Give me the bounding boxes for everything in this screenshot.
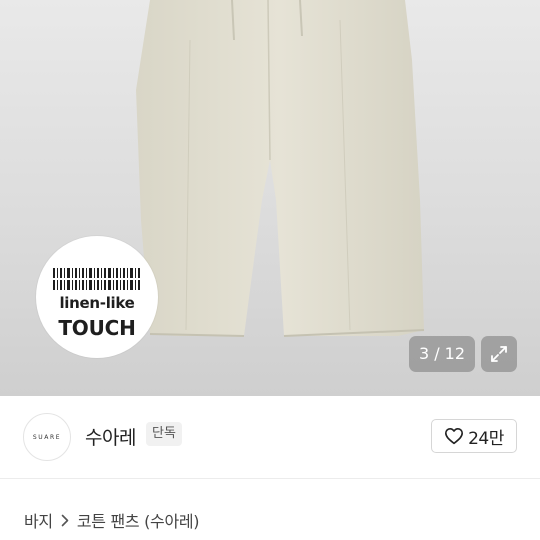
image-counter: 3 / 12	[409, 336, 475, 372]
like-button[interactable]: 24만	[431, 419, 517, 453]
seller-info-row: SUARE 수아레 단독 24만	[0, 396, 540, 479]
exclusive-badge: 단독	[146, 422, 182, 446]
like-count: 24만	[468, 428, 504, 449]
breadcrumb-item-subcategory[interactable]: 코튼 팬츠 (수아레)	[77, 508, 200, 532]
product-image-gallery[interactable]: linen-like TOUCH 3 / 12	[0, 0, 540, 396]
expand-icon	[491, 346, 507, 362]
seller-name[interactable]: 수아레	[85, 423, 136, 450]
breadcrumb: 바지 코튼 팬츠 (수아레)	[24, 508, 200, 532]
heart-icon	[445, 427, 464, 445]
seller-logo[interactable]: SUARE	[23, 413, 71, 461]
chevron-right-icon	[61, 514, 69, 527]
breadcrumb-item-category[interactable]: 바지	[24, 508, 53, 532]
badge-text-line2: TOUCH	[58, 316, 136, 340]
seller-logo-text: SUARE	[32, 433, 62, 441]
expand-button[interactable]	[481, 336, 517, 372]
badge-text-line1: linen-like	[59, 294, 135, 312]
barcode-graphic-icon	[53, 268, 141, 290]
feature-badge: linen-like TOUCH	[36, 236, 158, 358]
